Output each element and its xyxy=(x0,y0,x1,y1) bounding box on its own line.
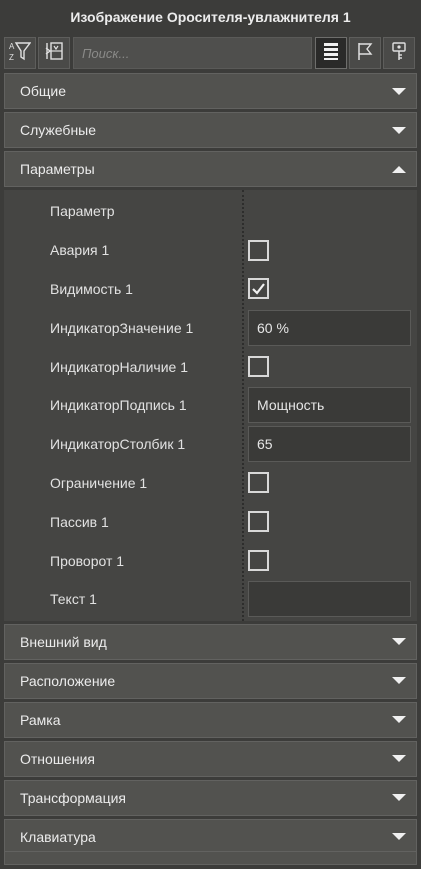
section-klaviatura[interactable]: Клавиатура xyxy=(4,818,417,855)
properties-panel: Изображение Оросителя-увлажнителя 1 A Z xyxy=(0,0,421,869)
chevron-down-icon xyxy=(392,87,406,95)
param-row: Ограничение 1 xyxy=(4,464,417,503)
search-field[interactable] xyxy=(73,37,312,69)
section-label: Расположение xyxy=(20,672,116,689)
param-row: ИндикаторПодпись 1 Мощность xyxy=(4,386,417,425)
param-name: ИндикаторСтолбик 1 xyxy=(50,436,186,453)
param-row: ИндикаторНаличие 1 xyxy=(4,347,417,386)
toolbar: A Z xyxy=(4,36,417,70)
param-name: ИндикаторНаличие 1 xyxy=(50,358,188,375)
expand-collapse-icon xyxy=(43,40,65,67)
chevron-down-icon xyxy=(392,638,406,646)
param-row: Проворот 1 xyxy=(4,541,417,580)
param-name: Проворот 1 xyxy=(50,552,125,569)
section-raspolozhenie[interactable]: Расположение xyxy=(4,662,417,699)
section-obshchie[interactable]: Общие xyxy=(4,73,417,109)
section-sluzhebnye[interactable]: Служебные xyxy=(4,112,417,148)
section-label: Отношения xyxy=(20,750,95,767)
param-name: Видимость 1 xyxy=(50,280,133,297)
param-name: ИндикаторПодпись 1 xyxy=(50,397,187,414)
param-row: ИндикаторСтолбик 1 65 xyxy=(4,425,417,464)
chevron-down-icon xyxy=(392,677,406,685)
param-row: Текст 1 xyxy=(4,580,417,619)
svg-text:Z: Z xyxy=(9,53,14,62)
checkbox-provorot[interactable] xyxy=(248,550,269,572)
list-icon xyxy=(321,41,341,66)
section-otnosheniya[interactable]: Отношения xyxy=(4,740,417,777)
column-header-parameter: Параметр xyxy=(50,203,115,220)
checkbox-indikator-nalichie[interactable] xyxy=(248,356,269,378)
section-vneshniy-vid[interactable]: Внешний вид xyxy=(4,623,417,660)
chevron-down-icon xyxy=(392,716,406,724)
section-ramka[interactable]: Рамка xyxy=(4,701,417,738)
value-field-indikator-podpis[interactable]: Мощность xyxy=(248,387,411,424)
section-label: Служебные xyxy=(20,122,97,138)
value-field-indikator-stolbik[interactable]: 65 xyxy=(248,426,411,463)
parameters-table: Параметр Авария 1 Видимость 1 ИндикаторЗ… xyxy=(4,190,417,621)
checkbox-ogranichenie[interactable] xyxy=(248,472,269,494)
svg-text:A: A xyxy=(9,42,15,51)
list-view-button[interactable] xyxy=(315,37,347,69)
param-name: Пассив 1 xyxy=(50,513,109,530)
section-label: Параметры xyxy=(20,161,95,177)
section-transformatsiya[interactable]: Трансформация xyxy=(4,779,417,816)
sort-filter-icon: A Z xyxy=(9,40,32,67)
section-label: Трансформация xyxy=(20,789,126,806)
flag-button[interactable] xyxy=(349,37,381,69)
bottom-scroll-bar[interactable] xyxy=(4,851,417,865)
value-field-tekst[interactable] xyxy=(248,581,411,618)
chevron-down-icon xyxy=(392,794,406,802)
sections-list: Общие Служебные Параметры Параметр Авари… xyxy=(4,73,417,858)
chevron-down-icon xyxy=(392,833,406,841)
section-label: Клавиатура xyxy=(20,828,96,845)
key-icon xyxy=(389,41,409,66)
sort-filter-button[interactable]: A Z xyxy=(4,37,36,69)
param-name: ИндикаторЗначение 1 xyxy=(50,319,194,336)
param-name: Авария 1 xyxy=(50,242,110,259)
section-label: Внешний вид xyxy=(20,633,107,650)
section-label: Рамка xyxy=(20,711,61,728)
checkmark-icon xyxy=(252,283,265,295)
flag-icon xyxy=(355,41,375,66)
checkbox-vidimost[interactable] xyxy=(248,278,269,300)
param-row: Авария 1 xyxy=(4,231,417,270)
param-row: ИндикаторЗначение 1 60 % xyxy=(4,308,417,347)
expand-collapse-button[interactable] xyxy=(38,37,70,69)
value-field-indikator-znachenie[interactable]: 60 % xyxy=(248,309,411,346)
chevron-down-icon xyxy=(392,126,406,134)
param-name: Текст 1 xyxy=(50,591,97,608)
section-parametry[interactable]: Параметры xyxy=(4,151,417,187)
panel-title: Изображение Оросителя-увлажнителя 1 xyxy=(70,9,351,25)
section-label: Общие xyxy=(20,83,67,99)
param-row: Пассив 1 xyxy=(4,502,417,541)
chevron-down-icon xyxy=(392,755,406,763)
param-name: Ограничение 1 xyxy=(50,474,148,491)
chevron-up-icon xyxy=(392,165,406,173)
key-button[interactable] xyxy=(383,37,415,69)
checkbox-passiv[interactable] xyxy=(248,511,269,533)
params-header-row: Параметр xyxy=(4,192,417,231)
param-row: Видимость 1 xyxy=(4,270,417,309)
checkbox-avariya[interactable] xyxy=(248,239,269,261)
search-input[interactable] xyxy=(82,45,311,61)
